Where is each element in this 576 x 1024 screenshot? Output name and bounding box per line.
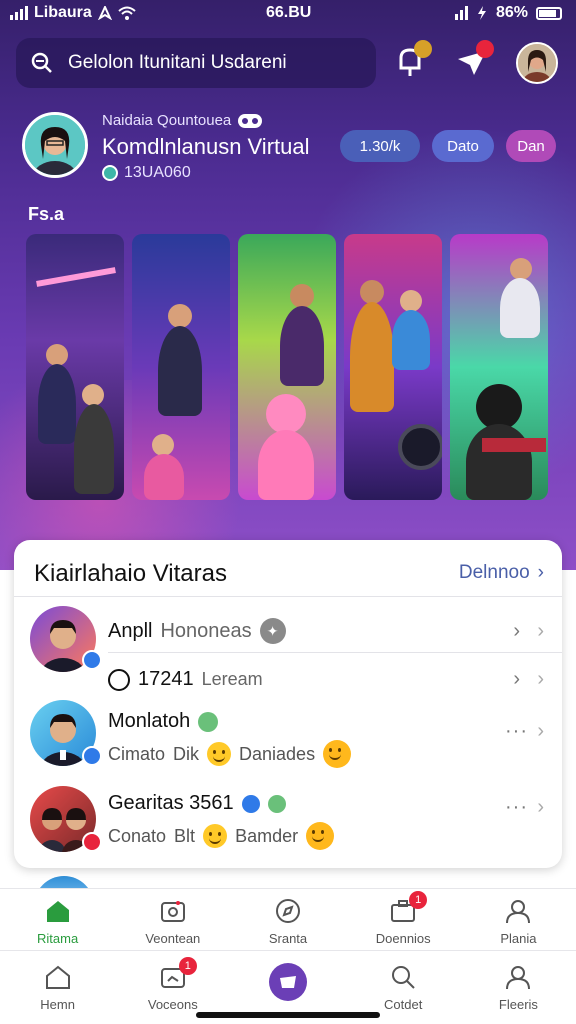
tab-badge: 1: [178, 957, 197, 975]
item-title: Anpll: [108, 619, 153, 642]
tab-badge: 1: [409, 891, 428, 909]
search-icon: [31, 52, 52, 73]
battery-percent: 86%: [495, 4, 528, 21]
chevron-right-icon: ›: [537, 562, 544, 583]
divider: [14, 596, 562, 597]
item-subtitle: Cimato: [108, 743, 166, 764]
home-icon: [44, 963, 72, 991]
online-icon: [267, 794, 286, 813]
list-item[interactable]: 17241 Leream › ›: [14, 658, 562, 698]
search-input[interactable]: [68, 52, 358, 74]
search-bar[interactable]: [16, 38, 376, 88]
user-icon: [504, 963, 532, 991]
more-icon[interactable]: ···: [505, 720, 528, 743]
chevron-right-icon: ›: [537, 668, 544, 690]
cellular-icon: [454, 6, 468, 20]
create-icon: [269, 963, 307, 1001]
carrier-name: Libaura: [34, 4, 92, 21]
chevron-right-icon: ›: [537, 620, 544, 642]
item-subtitle: Leream: [201, 669, 263, 689]
notifications-button[interactable]: [390, 40, 432, 82]
tab-camera[interactable]: Veontean: [115, 897, 230, 950]
tab-explore[interactable]: Sranta: [230, 897, 345, 950]
tab-home-secondary[interactable]: Hemn: [0, 963, 115, 1024]
tab-home[interactable]: Ritama: [0, 897, 115, 950]
item-subtitle: Dik: [173, 743, 200, 764]
live-icon: [82, 832, 102, 852]
briefcase-icon: 1: [389, 891, 428, 925]
profile-portrait: [25, 115, 85, 175]
item-title: Monlatoh: [108, 710, 191, 732]
stat-pill-data[interactable]: Dato: [432, 130, 494, 162]
profile-avatar[interactable]: [22, 112, 88, 178]
item-subtitle: Daniades: [239, 743, 316, 764]
messages-button[interactable]: [452, 40, 494, 82]
hero-banner: Libaura 66.BU 86% Naidaia Qountouea Komd…: [0, 0, 576, 570]
featured-cards: [26, 234, 548, 500]
stat-pill-followers[interactable]: 1.30/k: [340, 130, 420, 162]
see-all-link[interactable]: Delnnoo ›: [459, 562, 544, 584]
tab-bar-primary: Ritama Veontean Sranta 1 Doennios Plania: [0, 888, 576, 950]
home-indicator: [196, 1012, 380, 1018]
more-icon[interactable]: ···: [505, 796, 528, 819]
chevron-right-icon: ›: [513, 668, 520, 690]
item-subtitle: Bamder: [235, 825, 299, 846]
list-item[interactable]: Gearitas 3561 Conato Blt Bamder ··· ›: [14, 786, 562, 862]
featured-card-concert[interactable]: [26, 234, 124, 500]
compass-icon: [274, 897, 302, 925]
featured-card-friends[interactable]: [344, 234, 442, 500]
divider: [108, 652, 562, 653]
home-icon: [44, 897, 72, 925]
user-avatar[interactable]: [516, 42, 558, 84]
status-icon: [108, 668, 130, 691]
battery-icon: [536, 6, 562, 20]
smile-emoji-icon: [306, 822, 335, 850]
chevron-right-icon: ›: [537, 796, 544, 818]
user-icon: [504, 897, 532, 925]
wifi-icon: [118, 6, 136, 20]
camera-icon: 1: [159, 957, 197, 991]
status-time: 66.BU: [266, 4, 312, 21]
camera-icon: [159, 897, 187, 925]
smile-emoji-icon: [203, 824, 228, 848]
avatar-portrait: [518, 44, 556, 82]
friends-panel: Kiairlahaio Vitaras Delnnoo › Anpll Hono…: [14, 540, 562, 868]
section-label: Fs.a: [28, 204, 65, 224]
search-icon: [389, 963, 417, 991]
settings-icon: ✦: [259, 618, 286, 644]
chevron-right-icon: ›: [513, 620, 520, 642]
featured-card-gamer[interactable]: [450, 234, 548, 500]
location-icon: [97, 6, 112, 20]
item-title: 17241: [138, 668, 194, 690]
message-badge: [476, 40, 494, 58]
smile-emoji-icon: [207, 742, 232, 766]
online-icon: [198, 711, 219, 732]
stat-pill-dan[interactable]: Dan: [506, 130, 556, 162]
profile-handle: 13UA060: [102, 164, 191, 182]
tab-friends[interactable]: Fleeris: [461, 963, 576, 1024]
verified-icon: [241, 794, 260, 813]
smile-emoji-icon: [323, 740, 352, 768]
panel-title: Kiairlahaio Vitaras: [34, 560, 227, 587]
item-subtitle: Conato: [108, 825, 167, 846]
verified-icon: [102, 165, 118, 181]
bolt-icon: [477, 6, 486, 20]
games-icon: [238, 113, 263, 128]
list-item[interactable]: Anpll Hononeas ✦ › ›: [14, 606, 562, 672]
profile-subtitle: Naidaia Qountouea: [102, 112, 263, 129]
signal-icon: [10, 6, 28, 20]
verified-icon: [82, 746, 102, 766]
tab-work[interactable]: 1 Doennios: [346, 891, 461, 950]
item-title: Gearitas 3561: [108, 792, 234, 814]
tab-profile[interactable]: Plania: [461, 897, 576, 950]
featured-card-character[interactable]: [238, 234, 336, 500]
status-bar: Libaura 66.BU 86%: [0, 0, 576, 28]
list-item[interactable]: Monlatoh Cimato Dik Daniades ··· ›: [14, 700, 562, 776]
chevron-right-icon: ›: [537, 720, 544, 742]
item-subtitle: Blt: [174, 825, 196, 846]
featured-card-guitar[interactable]: [132, 234, 230, 500]
profile-name: Komdlnlanusn Virtual: [102, 134, 310, 159]
item-subtitle: Hononeas: [160, 619, 252, 642]
notification-badge: [414, 40, 432, 58]
